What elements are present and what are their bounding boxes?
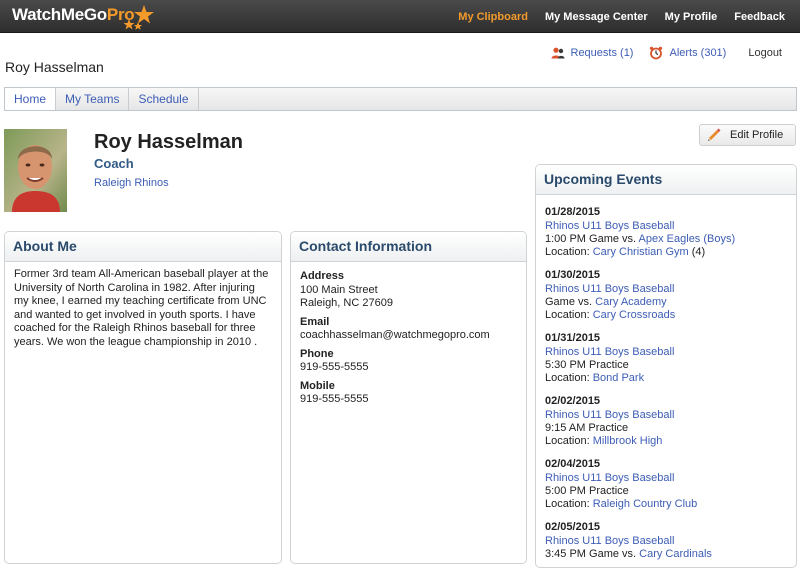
about-me-text: Former 3rd team All-American baseball pl…	[14, 268, 269, 348]
event-date: 02/04/2015	[545, 458, 601, 470]
event-team-link[interactable]: Rhinos U11 Boys Baseball	[545, 346, 674, 358]
users-icon	[551, 47, 564, 59]
address-label: Address	[300, 270, 345, 282]
nav-feedback[interactable]: Feedback	[734, 11, 785, 23]
requests-link[interactable]: Requests (1)	[551, 47, 634, 59]
event-location-link[interactable]: Cary Crossroads	[593, 309, 676, 321]
email-block: Email coachhasselman@watchmegopro.com	[300, 316, 517, 343]
tab-schedule[interactable]: Schedule	[129, 88, 199, 110]
top-nav: My Clipboard My Message Center My Profil…	[458, 0, 800, 33]
event-location-link[interactable]: Millbrook High	[593, 435, 663, 447]
event-item: 01/31/2015 Rhinos U11 Boys Baseball 5:30…	[545, 332, 787, 385]
event-location-label: Location:	[545, 435, 590, 447]
contact-info-panel: Contact Information Address 100 Main Str…	[290, 231, 527, 564]
nav-my-message-center[interactable]: My Message Center	[545, 11, 648, 23]
event-location-link[interactable]: Cary Christian Gym	[593, 246, 689, 258]
event-team-link[interactable]: Rhinos U11 Boys Baseball	[545, 220, 674, 232]
event-location-count: (4)	[691, 246, 706, 258]
phone-value: 919-555-5555	[300, 361, 369, 373]
mobile-label: Mobile	[300, 379, 335, 392]
event-date: 02/05/2015	[545, 521, 601, 533]
edit-profile-label: Edit Profile	[730, 129, 784, 141]
event-location-label: Location:	[545, 372, 590, 384]
event-date: 01/28/2015	[545, 206, 601, 218]
stars-icon	[123, 5, 154, 30]
address-block: Address 100 Main Street Raleigh, NC 2760…	[300, 270, 517, 311]
nav-my-profile[interactable]: My Profile	[665, 11, 718, 23]
event-item: 02/05/2015 Rhinos U11 Boys Baseball 3:45…	[545, 521, 787, 561]
alerts-link[interactable]: Alerts (301)	[649, 46, 726, 60]
event-item: 01/30/2015 Rhinos U11 Boys Baseball Game…	[545, 269, 787, 322]
event-team-link[interactable]: Rhinos U11 Boys Baseball	[545, 409, 674, 421]
edit-profile-button[interactable]: Edit Profile	[699, 124, 796, 146]
mobile-block: Mobile 919-555-5555	[300, 380, 517, 407]
event-opponent-link[interactable]: Apex Eagles (Boys)	[639, 233, 736, 245]
logout-link[interactable]: Logout	[748, 47, 782, 59]
profile-role: Coach	[94, 156, 134, 171]
avatar	[4, 129, 67, 212]
user-name: Roy Hasselman	[5, 59, 104, 75]
events-list: 01/28/2015 Rhinos U11 Boys Baseball 1:00…	[536, 195, 796, 567]
address-line1: 100 Main Street	[300, 283, 378, 296]
event-time: 5:00 PM Practice	[545, 485, 629, 497]
event-team-link[interactable]: Rhinos U11 Boys Baseball	[545, 472, 674, 484]
phone-label: Phone	[300, 347, 334, 360]
event-date: 02/02/2015	[545, 395, 601, 407]
email-label: Email	[300, 315, 330, 328]
about-me-panel: About Me Former 3rd team All-American ba…	[4, 231, 282, 564]
upcoming-events-panel: Upcoming Events 01/28/2015 Rhinos U11 Bo…	[535, 164, 797, 568]
event-time: 1:00 PM Game vs.	[545, 233, 637, 245]
pencil-icon	[708, 128, 721, 141]
event-time: 5:30 PM Practice	[545, 359, 629, 371]
tab-my-teams[interactable]: My Teams	[56, 88, 130, 110]
event-location-label: Location:	[545, 309, 590, 321]
event-location-label: Location:	[545, 498, 590, 510]
address-line2: Raleigh, NC 27609	[300, 297, 393, 309]
phone-block: Phone 919-555-5555	[300, 348, 517, 375]
contact-info-body: Address 100 Main Street Raleigh, NC 2760…	[291, 262, 526, 418]
event-date: 01/31/2015	[545, 332, 601, 344]
event-opponent-link[interactable]: Cary Cardinals	[639, 548, 712, 560]
event-team-link[interactable]: Rhinos U11 Boys Baseball	[545, 535, 674, 547]
logo[interactable]: WatchMeGoPro	[12, 5, 135, 25]
event-location-label: Location:	[545, 246, 590, 258]
tab-home[interactable]: Home	[5, 88, 57, 110]
user-actions: Requests (1) Alerts (301) Logout	[551, 45, 800, 61]
event-team-link[interactable]: Rhinos U11 Boys Baseball	[545, 283, 674, 295]
contact-info-title: Contact Information	[291, 232, 526, 262]
event-location-link[interactable]: Bond Park	[593, 372, 644, 384]
alarm-clock-icon	[650, 46, 663, 60]
profile-name: Roy Hasselman	[94, 131, 243, 153]
requests-label: Requests (1)	[570, 47, 634, 59]
event-location-link[interactable]: Raleigh Country Club	[593, 498, 698, 510]
mobile-value: 919-555-5555	[300, 393, 369, 405]
event-date: 01/30/2015	[545, 269, 601, 281]
event-item: 01/28/2015 Rhinos U11 Boys Baseball 1:00…	[545, 206, 787, 259]
tab-bar: Home My Teams Schedule	[4, 87, 797, 111]
event-item: 02/04/2015 Rhinos U11 Boys Baseball 5:00…	[545, 458, 787, 511]
event-time: 9:15 AM Practice	[545, 422, 629, 434]
event-item: 02/02/2015 Rhinos U11 Boys Baseball 9:15…	[545, 395, 787, 448]
top-bar: WatchMeGoPro My Clipboard My Message Cen…	[0, 0, 800, 33]
profile-team-link[interactable]: Raleigh Rhinos	[94, 177, 169, 189]
event-opponent-link[interactable]: Cary Academy	[595, 296, 667, 308]
event-time: Game vs.	[545, 296, 593, 308]
alerts-label: Alerts (301)	[669, 47, 727, 59]
upcoming-events-title: Upcoming Events	[536, 165, 796, 195]
email-value: coachhasselman@watchmegopro.com	[300, 329, 490, 341]
event-time: 3:45 PM Game vs.	[545, 548, 637, 560]
about-me-title: About Me	[5, 232, 281, 262]
logo-text-main: WatchMeGo	[12, 5, 107, 24]
nav-my-clipboard[interactable]: My Clipboard	[458, 11, 528, 23]
